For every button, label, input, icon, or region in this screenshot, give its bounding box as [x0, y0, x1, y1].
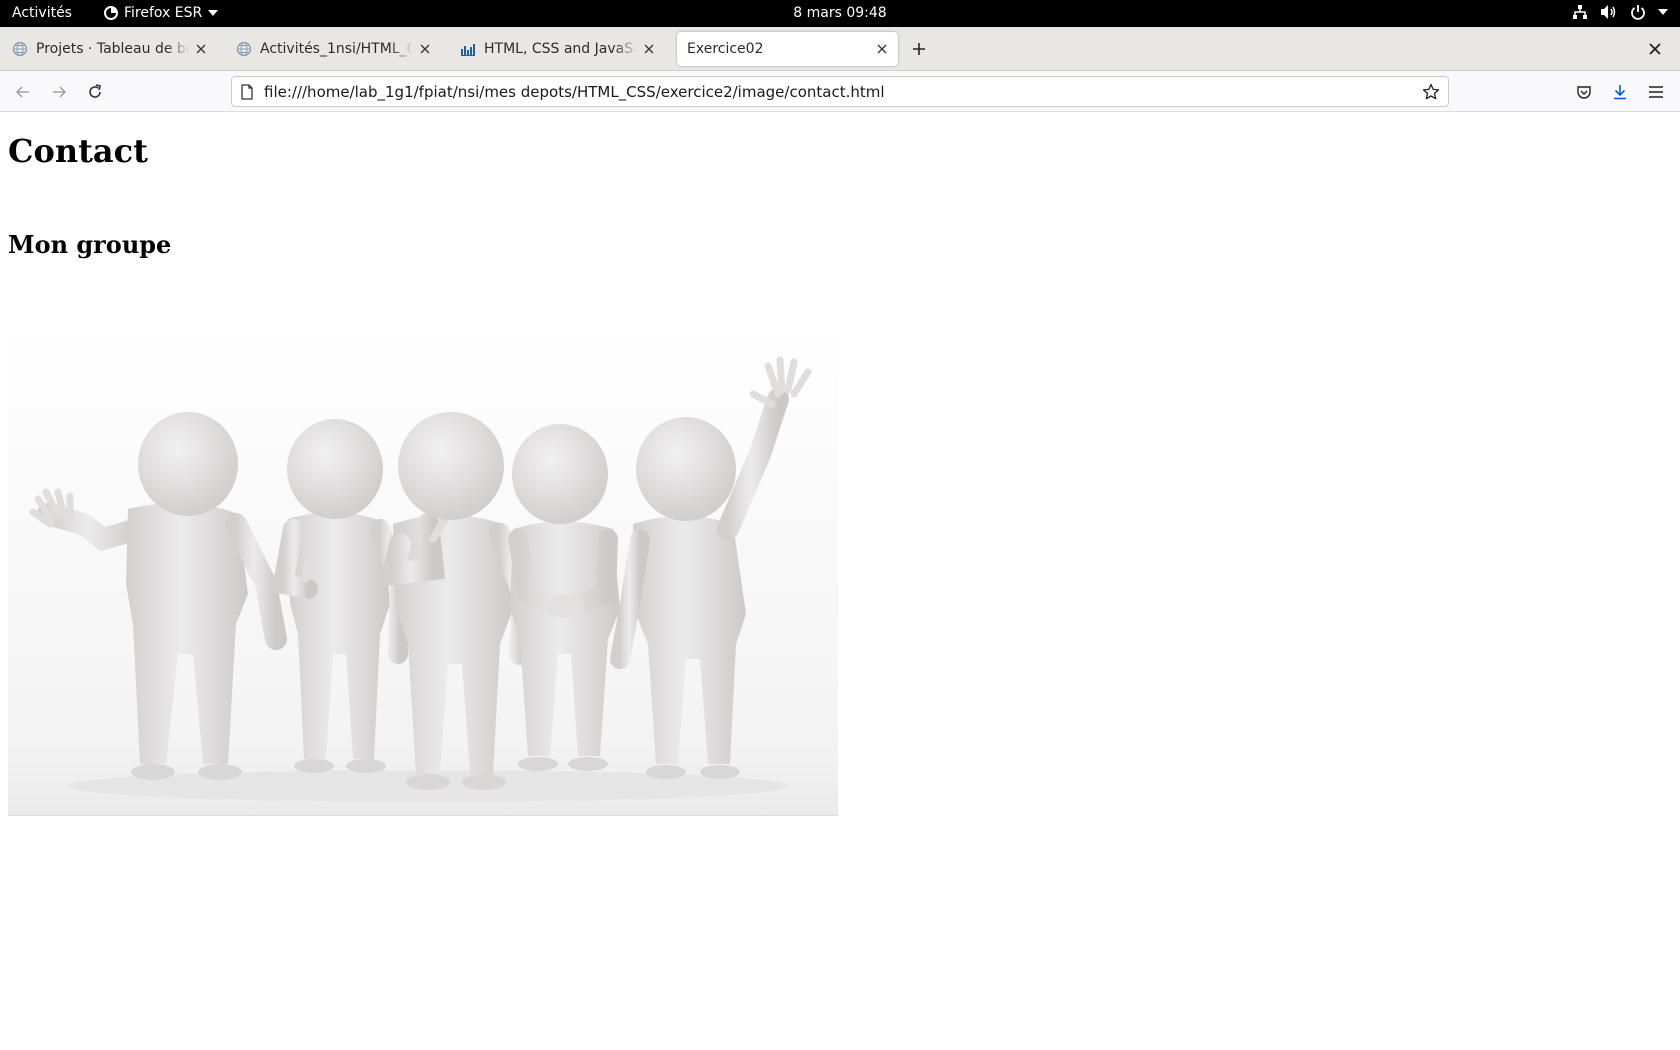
firefox-icon	[104, 6, 118, 20]
page-content: Contact Mon groupe	[0, 112, 1680, 1050]
downloads-button[interactable]	[1607, 79, 1633, 105]
address-bar[interactable]: file:///home/lab_1g1/fpiat/nsi/mes depot…	[231, 76, 1449, 107]
tab-close-icon[interactable]	[417, 41, 433, 57]
reload-icon	[89, 84, 101, 98]
activities-button[interactable]: Activités	[12, 5, 72, 21]
tab-close-icon[interactable]	[874, 41, 890, 57]
tab-title: Projets · Tableau de bord	[36, 41, 189, 57]
url-text[interactable]: file:///home/lab_1g1/fpiat/nsi/mes depot…	[264, 83, 1422, 101]
close-icon	[1649, 43, 1661, 55]
page-icon	[241, 83, 253, 100]
forward-button[interactable]	[46, 79, 72, 105]
tab-projets[interactable]: Projets · Tableau de bord	[2, 32, 217, 66]
forward-arrow-icon	[53, 86, 67, 98]
back-button[interactable]	[10, 79, 36, 105]
download-icon	[1614, 85, 1626, 100]
plus-icon	[913, 43, 925, 55]
gitlab-globe-icon	[236, 41, 252, 57]
network-icon	[1573, 5, 1587, 19]
clock[interactable]: 8 mars 09:48	[793, 5, 886, 21]
group-image	[8, 324, 838, 816]
tab-close-icon[interactable]	[641, 41, 657, 57]
back-arrow-icon	[15, 86, 29, 98]
image-bottom-border	[8, 815, 838, 816]
gitlab-globe-icon	[12, 41, 28, 57]
chevron-down-icon	[1658, 9, 1668, 15]
tab-title: Exercice02	[687, 41, 764, 57]
pocket-button[interactable]	[1571, 79, 1597, 105]
tab-title: Activités_1nsi/HTML_CSS	[260, 41, 413, 57]
system-top-bar: Activités Firefox ESR 8 mars 09:48	[0, 0, 1680, 27]
tab-close-icon[interactable]	[193, 41, 209, 57]
reload-button[interactable]	[82, 79, 108, 105]
power-icon	[1631, 5, 1645, 20]
app-menu[interactable]: Firefox ESR	[104, 5, 219, 21]
app-menu-button[interactable]	[1643, 79, 1669, 105]
tab-strip: Projets · Tableau de bord Activités_1nsi…	[0, 27, 1680, 71]
tab-title: HTML, CSS and JavaScript	[484, 41, 637, 57]
navigation-toolbar: file:///home/lab_1g1/fpiat/nsi/mes depot…	[0, 71, 1680, 112]
chevron-down-icon	[208, 10, 219, 16]
bar-chart-icon	[461, 44, 475, 56]
app-menu-label: Firefox ESR	[124, 5, 203, 21]
bookmark-star-icon[interactable]	[1422, 83, 1440, 101]
new-tab-button[interactable]	[908, 38, 930, 60]
tab-exercice02[interactable]: Exercice02	[677, 32, 898, 66]
page-heading: Contact	[8, 132, 148, 170]
tab-activites[interactable]: Activités_1nsi/HTML_CSS	[226, 32, 441, 66]
pocket-icon	[1577, 86, 1591, 99]
volume-icon	[1601, 5, 1616, 19]
close-window-button[interactable]	[1644, 38, 1666, 60]
system-menu[interactable]	[1572, 4, 1668, 20]
hamburger-menu-icon	[1649, 86, 1663, 98]
tab-html-css-js[interactable]: HTML, CSS and JavaScript	[450, 32, 665, 66]
page-subheading: Mon groupe	[8, 230, 172, 259]
